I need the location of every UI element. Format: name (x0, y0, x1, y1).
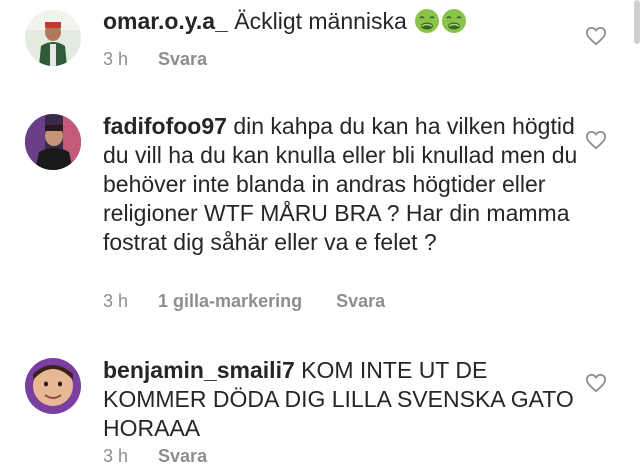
nauseated-face-icon (442, 9, 467, 33)
comment-time: 3 h (103, 49, 129, 69)
scrollbar[interactable] (634, 0, 640, 44)
reply-button[interactable]: Svara (158, 446, 207, 466)
comment-meta: 3 h Svara (103, 49, 241, 70)
comment-text: omar.o.y.a_ Äckligt människa (103, 7, 583, 36)
comment-meta: 3 h Svara (103, 446, 241, 467)
comment-body: Äckligt människa (227, 8, 407, 34)
comment-username[interactable]: fadifofoo97 (103, 113, 227, 139)
comment-time: 3 h (103, 446, 129, 466)
nauseated-face-icon (415, 9, 440, 33)
reply-button[interactable]: Svara (336, 291, 385, 311)
heart-icon[interactable] (585, 130, 607, 150)
avatar[interactable] (25, 114, 81, 170)
comment-time: 3 h (103, 291, 129, 311)
avatar[interactable] (25, 10, 81, 66)
heart-icon[interactable] (585, 26, 607, 46)
comment-text: fadifofoo97 din kahpa du kan ha vilken h… (103, 112, 583, 257)
heart-icon[interactable] (585, 373, 607, 393)
comment-text: benjamin_smaili7 KOM INTE UT DE KOMMER D… (103, 356, 583, 443)
likes-count[interactable]: 1 gilla-markering (158, 291, 302, 311)
avatar[interactable] (25, 358, 81, 414)
reply-button[interactable]: Svara (158, 49, 207, 69)
comment-username[interactable]: omar.o.y.a_ (103, 8, 228, 34)
comment-meta: 3 h 1 gilla-markering Svara (103, 291, 419, 312)
comment-username[interactable]: benjamin_smaili7 (103, 357, 295, 383)
